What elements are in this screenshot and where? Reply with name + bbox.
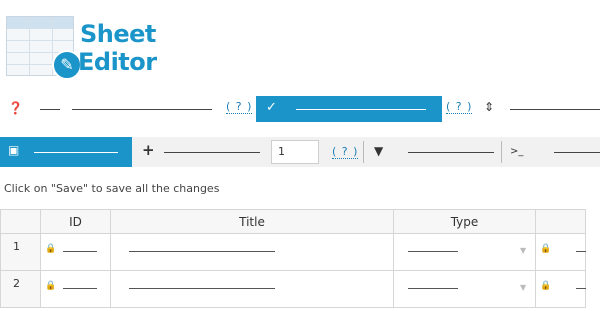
column-header-extra[interactable] (535, 209, 586, 234)
lock-icon: 🔒 (540, 281, 552, 291)
logo-word-sheet: Sheet (80, 20, 156, 48)
save-hint: Click on "Save" to save all the changes (4, 182, 220, 195)
title-cell[interactable] (110, 270, 394, 308)
save-button[interactable]: ▣ (0, 137, 132, 167)
toolbar-placeholder-right[interactable] (510, 109, 600, 110)
toolbar-placeholder-short (40, 109, 60, 110)
help-link-1[interactable]: ( ? ) (226, 100, 253, 114)
lock-icon: 🔒 (45, 244, 57, 254)
floppy-disk-icon: ▣ (8, 143, 20, 157)
row-number[interactable]: 1 (0, 233, 41, 271)
corner-cell (0, 209, 41, 234)
column-header-id[interactable]: ID (40, 209, 111, 234)
question-circle-icon[interactable]: ❓ (8, 101, 23, 115)
table-row: 1 🔒 ▼ 🔒 (0, 233, 586, 271)
plus-icon[interactable]: + (142, 143, 155, 158)
extra-cell[interactable]: 🔒 (535, 270, 586, 308)
app-logo: ✎ Sheet Editor (4, 14, 184, 80)
terminal-placeholder[interactable] (554, 152, 600, 153)
primary-toolbar: ❓ ( ? ) ✓ ( ? ) ⇕ (0, 96, 600, 122)
logo-word-editor: Editor (78, 48, 157, 76)
row-number[interactable]: 2 (0, 270, 41, 308)
sheet-table: ID Title Type 1 🔒 ▼ 🔒 2 🔒 ▼ 🔒 (0, 209, 586, 308)
apply-button[interactable]: ✓ (256, 96, 442, 122)
toolbar-divider-2 (501, 141, 502, 163)
dropdown-caret-icon: ▼ (520, 283, 527, 292)
id-cell[interactable]: 🔒 (40, 270, 111, 308)
check-icon: ✓ (266, 100, 277, 115)
toolbar-placeholder-long[interactable] (72, 109, 212, 110)
column-header-type[interactable]: Type (393, 209, 536, 234)
help-link-2[interactable]: ( ? ) (446, 100, 473, 114)
extra-cell[interactable]: 🔒 (535, 233, 586, 271)
quantity-input[interactable]: 1 (271, 140, 319, 164)
table-header-row: ID Title Type (0, 209, 586, 234)
toolbar-divider-1 (363, 141, 364, 163)
lock-icon: 🔒 (540, 244, 552, 254)
filter-placeholder[interactable] (408, 152, 494, 153)
type-cell[interactable]: ▼ (393, 233, 536, 271)
filter-icon[interactable]: ▼ (374, 144, 383, 158)
id-cell[interactable]: 🔒 (40, 233, 111, 271)
help-link-3[interactable]: ( ? ) (332, 145, 359, 159)
lock-icon: 🔒 (45, 281, 57, 291)
secondary-toolbar: ▣ + 1 ( ? ) ▼ >_ (0, 137, 600, 167)
column-header-title[interactable]: Title (110, 209, 394, 234)
terminal-icon[interactable]: >_ (510, 145, 523, 159)
dropdown-caret-icon: ▼ (520, 246, 527, 255)
add-rows-placeholder (164, 152, 260, 153)
sort-updown-icon[interactable]: ⇕ (484, 100, 494, 114)
table-row: 2 🔒 ▼ 🔒 (0, 270, 586, 308)
type-cell[interactable]: ▼ (393, 270, 536, 308)
title-cell[interactable] (110, 233, 394, 271)
